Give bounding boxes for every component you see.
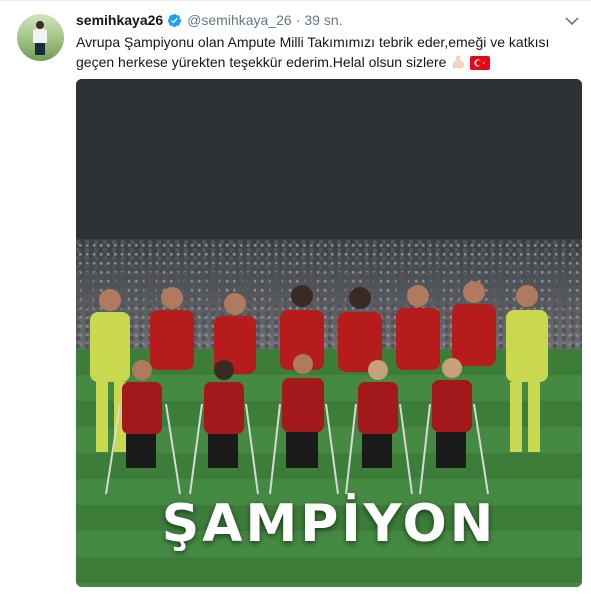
tweet-timestamp[interactable]: 39 sn. [304, 12, 342, 28]
verified-badge-icon [167, 13, 182, 28]
tweet-photo[interactable]: ŞAMPİYON [76, 79, 582, 587]
tweet-text: Avrupa Şampiyonu olan Ampute Milli Takım… [76, 32, 566, 75]
user-handle[interactable]: @semihkaya_26 [187, 12, 292, 28]
header-separator: · [295, 12, 301, 28]
front-row-players [122, 354, 472, 468]
photo-caption: ŞAMPİYON [161, 494, 497, 554]
flexed-biceps-icon [450, 54, 466, 75]
display-name[interactable]: semihkaya26 [76, 12, 163, 28]
avatar-figure-head [36, 21, 44, 29]
avatar-figure-legs [35, 43, 45, 55]
tweet-header: semihkaya26 @semihkaya_26 · 39 sn. [76, 11, 343, 29]
chevron-down-icon[interactable] [565, 14, 579, 26]
tweet-card[interactable]: semihkaya26 @semihkaya_26 · 39 sn. Avrup… [0, 0, 591, 597]
avatar-figure-body [33, 29, 47, 43]
avatar[interactable] [17, 14, 64, 61]
photo-team-players [90, 281, 548, 495]
photo-dark-top [76, 79, 582, 239]
turkey-flag-icon [470, 55, 491, 75]
